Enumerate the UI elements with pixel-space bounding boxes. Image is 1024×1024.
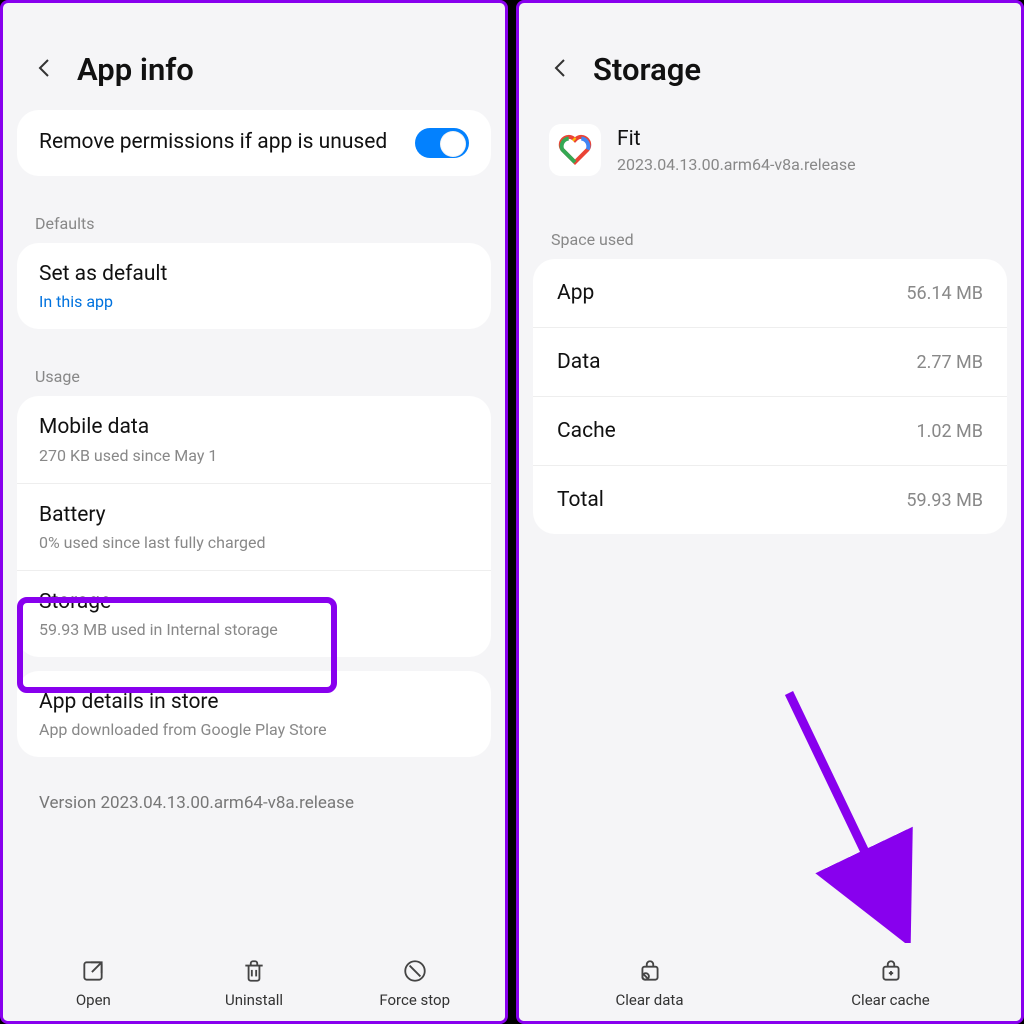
clear-cache-button[interactable]: Clear cache <box>770 957 1011 1009</box>
battery-title: Battery <box>39 502 469 529</box>
usage-section-label: Usage <box>3 343 505 396</box>
space-app-label: App <box>557 281 594 305</box>
header: Storage <box>519 3 1021 110</box>
open-button[interactable]: Open <box>13 957 174 1009</box>
mobile-data-title: Mobile data <box>39 414 469 441</box>
space-total-value: 59.93 MB <box>906 490 983 511</box>
back-icon[interactable] <box>549 56 573 84</box>
space-cache-row: Cache 1.02 MB <box>533 397 1007 466</box>
permissions-card[interactable]: Remove permissions if app is unused <box>17 110 491 176</box>
details-card[interactable]: App details in store App downloaded from… <box>17 671 491 757</box>
space-total-row: Total 59.93 MB <box>533 466 1007 534</box>
clear-cache-icon <box>877 957 905 985</box>
app-identity: Fit 2023.04.13.00.arm64-v8a.release <box>519 110 1021 206</box>
back-icon[interactable] <box>33 56 57 84</box>
bottom-actions: Open Uninstall Force stop <box>3 941 505 1021</box>
storage-sub: 59.93 MB used in Internal storage <box>39 620 469 639</box>
space-data-row: Data 2.77 MB <box>533 328 1007 397</box>
space-total-label: Total <box>557 488 604 512</box>
stop-icon <box>401 957 429 985</box>
app-info-screen: App info Remove permissions if app is un… <box>0 0 508 1024</box>
bottom-actions: Clear data Clear cache <box>519 941 1021 1021</box>
details-title: App details in store <box>39 689 469 716</box>
open-icon <box>79 957 107 985</box>
space-app-value: 56.14 MB <box>906 283 983 304</box>
storage-title: Storage <box>39 589 469 616</box>
space-cache-value: 1.02 MB <box>917 421 984 442</box>
open-label: Open <box>76 991 111 1009</box>
space-app-row: App 56.14 MB <box>533 259 1007 328</box>
defaults-section-label: Defaults <box>3 190 505 243</box>
page-title: App info <box>77 51 194 88</box>
force-stop-button[interactable]: Force stop <box>334 957 495 1009</box>
version-card: Version 2023.04.13.00.arm64-v8a.release <box>17 771 491 831</box>
arrow-annotation <box>769 683 929 943</box>
uninstall-label: Uninstall <box>225 991 283 1009</box>
mobile-data-row[interactable]: Mobile data 270 KB used since May 1 <box>17 396 491 483</box>
version-text: Version 2023.04.13.00.arm64-v8a.release <box>39 793 469 813</box>
app-icon <box>549 124 601 176</box>
header: App info <box>3 3 505 110</box>
set-default-title: Set as default <box>39 261 469 288</box>
space-cache-label: Cache <box>557 419 616 443</box>
space-data-value: 2.77 MB <box>917 352 984 373</box>
clear-data-button[interactable]: Clear data <box>529 957 770 1009</box>
storage-screen: Storage Fit 2023.04.13.00.arm64-v8a.rele… <box>516 0 1024 1024</box>
details-sub: App downloaded from Google Play Store <box>39 720 469 739</box>
battery-row[interactable]: Battery 0% used since last fully charged <box>17 484 491 571</box>
space-used-card: App 56.14 MB Data 2.77 MB Cache 1.02 MB … <box>533 259 1007 534</box>
clear-data-icon <box>636 957 664 985</box>
app-name: Fit <box>617 127 856 151</box>
permissions-toggle[interactable] <box>415 128 469 158</box>
clear-data-label: Clear data <box>615 991 683 1009</box>
google-fit-icon <box>556 129 594 171</box>
space-used-label: Space used <box>519 206 1021 259</box>
storage-row[interactable]: Storage 59.93 MB used in Internal storag… <box>17 571 491 657</box>
usage-card: Mobile data 270 KB used since May 1 Batt… <box>17 396 491 657</box>
space-data-label: Data <box>557 350 601 374</box>
app-version: 2023.04.13.00.arm64-v8a.release <box>617 155 856 174</box>
defaults-card[interactable]: Set as default In this app <box>17 243 491 329</box>
uninstall-button[interactable]: Uninstall <box>174 957 335 1009</box>
page-title: Storage <box>593 51 701 88</box>
force-stop-label: Force stop <box>379 991 450 1009</box>
permissions-label: Remove permissions if app is unused <box>39 129 401 156</box>
set-default-sub: In this app <box>39 292 469 311</box>
mobile-data-sub: 270 KB used since May 1 <box>39 446 469 465</box>
battery-sub: 0% used since last fully charged <box>39 533 469 552</box>
clear-cache-label: Clear cache <box>851 991 929 1009</box>
trash-icon <box>240 957 268 985</box>
